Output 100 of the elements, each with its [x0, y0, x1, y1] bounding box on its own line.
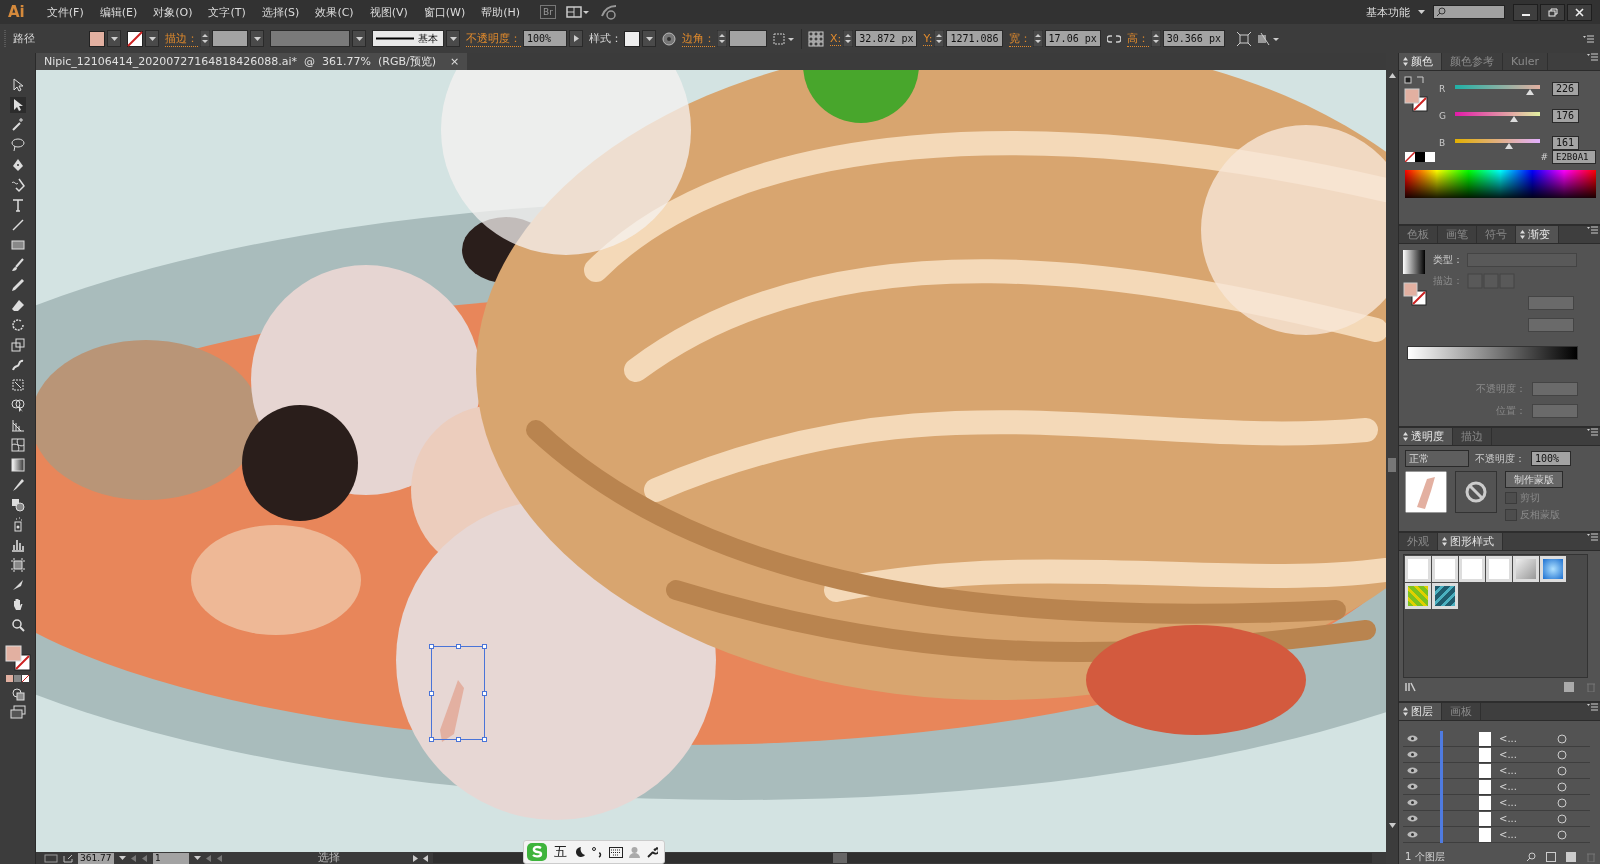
dropdown-arrow-icon[interactable] [355, 36, 363, 41]
target-icon[interactable] [1557, 797, 1567, 808]
transform-icon[interactable] [1236, 31, 1251, 46]
graphic-style-swatch[interactable] [1459, 556, 1485, 582]
value-field[interactable]: 30.366 px [1162, 30, 1225, 47]
menu-item[interactable]: 文字(T) [200, 4, 254, 20]
keyboard-icon[interactable] [609, 846, 623, 858]
panel-tab[interactable]: 透明度 [1411, 428, 1453, 445]
panel-menu-icon[interactable] [1587, 226, 1598, 234]
current-tool-label[interactable]: 选择 [318, 852, 408, 864]
zoom-tool-icon[interactable] [9, 617, 26, 633]
gradient-tool-icon[interactable] [9, 457, 26, 473]
shape-builder-tool-icon[interactable] [9, 397, 26, 413]
style-libraries-icon[interactable] [1405, 682, 1419, 692]
panel-tab[interactable]: 颜色 [1411, 53, 1442, 70]
default-swatches[interactable] [1405, 152, 1435, 162]
column-graph-tool-icon[interactable] [9, 537, 26, 553]
checkbox[interactable] [1505, 509, 1517, 521]
channel-slider[interactable] [1455, 136, 1540, 149]
restore-button[interactable] [1540, 3, 1565, 21]
close-button[interactable] [1567, 3, 1592, 21]
layer-name[interactable]: <... [1499, 797, 1549, 808]
target-icon[interactable] [1557, 781, 1567, 792]
scroll-down-icon[interactable] [1388, 823, 1396, 828]
sync-icon[interactable] [599, 4, 618, 20]
panel-menu-icon[interactable] [1583, 34, 1594, 43]
page-field[interactable]: 1 [153, 852, 189, 864]
panel-tab[interactable]: 渐变 [1528, 226, 1559, 243]
eraser-tool-icon[interactable] [9, 297, 26, 313]
document-tab[interactable]: Nipic_12106414_20200727164818426088.ai* @ 361.77% (RGB/预览) × [36, 53, 468, 70]
stepper-arrows-icon[interactable] [717, 30, 727, 47]
visibility-icon[interactable] [1407, 783, 1418, 790]
recolor-icon[interactable] [662, 31, 676, 46]
menu-item[interactable]: 视图(V) [361, 4, 416, 20]
menu-item[interactable]: 文件(F) [38, 4, 92, 20]
visibility-icon[interactable] [1407, 831, 1418, 838]
channel-slider[interactable] [1455, 82, 1540, 95]
layer-name[interactable]: <... [1499, 781, 1549, 792]
panel-menu-icon[interactable] [1587, 53, 1598, 61]
fill-stroke-swatches[interactable] [4, 645, 31, 671]
scroll-right-icon[interactable] [413, 854, 418, 862]
color-spectrum[interactable] [1405, 170, 1596, 198]
lasso-tool-icon[interactable] [9, 137, 26, 153]
scroll-left-icon[interactable] [423, 854, 428, 862]
blend-tool-icon[interactable] [9, 497, 26, 513]
channel-value-field[interactable]: 176 [1552, 108, 1579, 123]
dropdown-arrow-icon[interactable] [1418, 10, 1425, 14]
panel-menu-icon[interactable] [1587, 533, 1598, 541]
scroll-up-icon[interactable] [1388, 73, 1396, 78]
pencil-tool-icon[interactable] [9, 277, 26, 293]
reference-point-icon[interactable] [808, 30, 824, 47]
flyout-arrow-icon[interactable] [573, 35, 579, 42]
stepper-arrows-icon[interactable] [200, 30, 210, 47]
opacity-field[interactable]: 100% [523, 30, 567, 47]
perspective-grid-icon[interactable] [9, 417, 26, 433]
visibility-icon[interactable] [1407, 767, 1418, 774]
wrench-icon[interactable] [646, 846, 658, 858]
expand-collapse-icon[interactable] [1520, 230, 1525, 239]
expand-collapse-icon[interactable] [1403, 707, 1408, 716]
value-field[interactable]: 17.06 px [1044, 30, 1101, 47]
channel-value-field[interactable]: 226 [1552, 81, 1579, 96]
rectangle-tool-icon[interactable] [9, 237, 26, 253]
graphic-style-swatch[interactable] [1540, 556, 1566, 582]
variable-width-field[interactable] [270, 30, 350, 47]
dropdown-arrow-icon[interactable] [119, 856, 126, 860]
checkbox[interactable] [1505, 492, 1517, 504]
paintbrush-tool-icon[interactable] [9, 257, 26, 273]
graphic-style-swatch[interactable] [1405, 583, 1431, 609]
expand-collapse-icon[interactable] [1403, 57, 1408, 66]
layer-name[interactable]: <... [1499, 765, 1549, 776]
channel-slider[interactable] [1455, 109, 1540, 122]
dropdown-arrow-icon[interactable] [148, 36, 156, 41]
brush-profile-field[interactable]: 基本 [372, 30, 444, 47]
visibility-icon[interactable] [1407, 799, 1418, 806]
panel-menu-icon[interactable] [1587, 428, 1598, 436]
drawing-mode-icon[interactable] [10, 687, 25, 701]
layer-name[interactable]: <... [1499, 813, 1549, 824]
style-swatch[interactable] [624, 30, 640, 47]
channel-value-field[interactable]: 161 [1552, 135, 1579, 150]
graphic-style-swatch[interactable] [1432, 583, 1458, 609]
stepper-arrows-icon[interactable] [1032, 30, 1043, 47]
isolate-icon[interactable] [1256, 31, 1281, 46]
color-mode-icon[interactable] [4, 675, 31, 683]
status-icon[interactable] [44, 853, 58, 863]
expand-collapse-icon[interactable] [1442, 537, 1447, 546]
artboard-tool-icon[interactable] [9, 557, 26, 573]
value-field[interactable]: 32.872 px [855, 30, 918, 47]
layer-name[interactable]: <... [1499, 829, 1549, 840]
direct-selection-tool-icon[interactable] [9, 97, 26, 113]
stepper-arrows-icon[interactable] [843, 30, 854, 47]
layer-name[interactable]: <... [1499, 733, 1549, 744]
panel-tab[interactable]: 图层 [1411, 703, 1442, 720]
bridge-button[interactable]: Br [540, 5, 556, 19]
align-icon[interactable] [773, 31, 795, 46]
graphic-style-swatch[interactable] [1405, 556, 1431, 582]
punctuation-icon[interactable] [591, 846, 603, 858]
target-icon[interactable] [1557, 829, 1567, 840]
value-field[interactable]: 1271.086 [946, 30, 1003, 47]
menu-item[interactable]: 对象(O) [145, 4, 201, 20]
mesh-tool-icon[interactable] [9, 437, 26, 453]
